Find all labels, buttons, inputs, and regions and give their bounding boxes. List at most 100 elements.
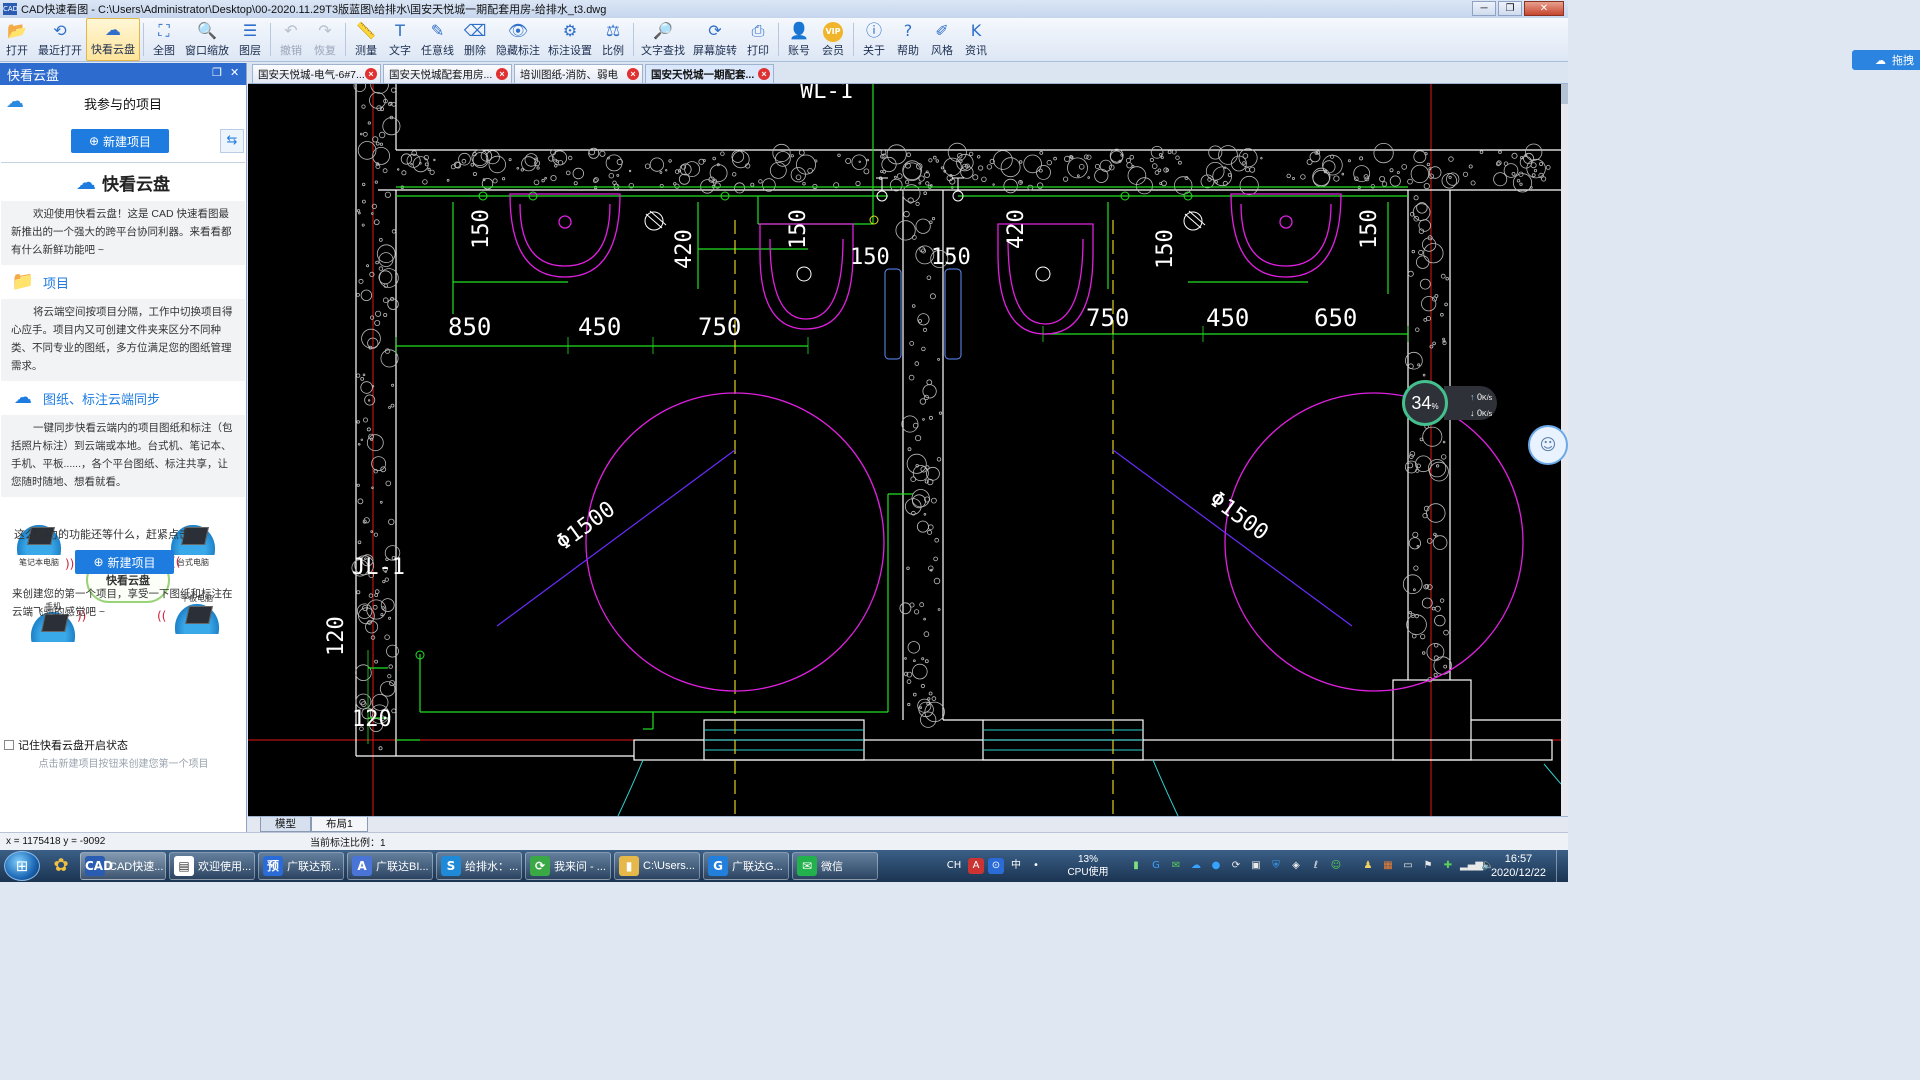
sync-tray-icon[interactable]: ⟳ bbox=[1228, 858, 1244, 874]
document-tab[interactable]: 国安天悦城一期配套... × bbox=[645, 64, 774, 83]
space-tab[interactable]: 模型 bbox=[260, 817, 311, 832]
assistant-bot-icon[interactable]: ☺ bbox=[1528, 425, 1568, 465]
remember-state-checkbox[interactable]: 记住快看云盘开启状态 bbox=[4, 737, 128, 753]
news-button[interactable]: K 资讯 bbox=[959, 18, 993, 61]
close-tab-icon[interactable]: × bbox=[758, 68, 770, 80]
new-project-button-2[interactable]: ⊕ 新建项目 bbox=[75, 550, 174, 574]
full-button[interactable]: ⛶ 全图 bbox=[147, 18, 181, 61]
measure-button[interactable]: 📏 测量 bbox=[349, 18, 383, 61]
quick-launch-icon[interactable]: ✿ bbox=[46, 853, 76, 879]
aggregate-dot bbox=[429, 169, 435, 175]
text-button[interactable]: T 文字 bbox=[383, 18, 417, 61]
taskbar-item-label: 欢迎使用... bbox=[198, 861, 252, 873]
user-tray-icon[interactable]: ♟ bbox=[1360, 858, 1376, 874]
checkbox-box[interactable] bbox=[4, 740, 14, 750]
aggregate-dot bbox=[918, 181, 922, 185]
qq-tray-icon[interactable]: ● bbox=[1208, 858, 1224, 874]
tray-app-icon[interactable]: ▣ bbox=[1248, 858, 1264, 874]
layers-button[interactable]: ☰ 图层 bbox=[233, 18, 267, 61]
recent-button[interactable]: ⟲ 最近打开 bbox=[34, 18, 86, 61]
document-tab[interactable]: 国安天悦城配套用房... × bbox=[383, 64, 512, 83]
security-tray-icon[interactable]: ⛨ bbox=[1268, 858, 1284, 874]
aggregate-dot bbox=[1227, 173, 1232, 177]
start-button[interactable]: ⊞ bbox=[4, 851, 40, 881]
print-button[interactable]: ⎙ 打印 bbox=[741, 18, 775, 61]
flag-icon[interactable]: ⚑ bbox=[1420, 858, 1436, 874]
concrete-hatch bbox=[351, 84, 1551, 751]
taskbar-item[interactable]: 预广联达预... bbox=[258, 852, 344, 880]
undo-button[interactable]: ↶ 撤销 bbox=[274, 18, 308, 61]
ime-punct-icon[interactable]: • bbox=[1028, 858, 1044, 874]
vip-button[interactable]: VIP 会员 bbox=[816, 18, 850, 61]
cloud-button[interactable]: ☁ 快看云盘 bbox=[86, 18, 140, 61]
help-button[interactable]: ? 帮助 bbox=[891, 18, 925, 61]
shield-tray-icon[interactable]: ◈ bbox=[1288, 858, 1304, 874]
anno-settings-button[interactable]: ⚙ 标注设置 bbox=[544, 18, 596, 61]
new-project-button[interactable]: ⊕ 新建项目 bbox=[71, 129, 169, 153]
hide-anno-button[interactable]: 👁 隐藏标注 bbox=[492, 18, 544, 61]
minimize-button[interactable]: ─ bbox=[1472, 1, 1496, 16]
space-tab[interactable]: 布局1 bbox=[311, 817, 368, 832]
browser-tray-icon[interactable]: G bbox=[1148, 858, 1164, 874]
aggregate-dot bbox=[1419, 278, 1431, 290]
language-indicator[interactable]: CH bbox=[944, 858, 964, 874]
aggregate-dot bbox=[993, 150, 1013, 170]
delete-button[interactable]: ⌫ 删除 bbox=[458, 18, 492, 61]
aggregate-dot bbox=[918, 319, 922, 323]
float-panel-button[interactable]: ❐ bbox=[212, 67, 222, 79]
taskbar-item[interactable]: ⟳ 我来问 - ... bbox=[525, 852, 611, 880]
maximize-button[interactable]: ❐ bbox=[1498, 1, 1522, 16]
battery-icon[interactable]: ▮ bbox=[1128, 858, 1144, 874]
freeline-button[interactable]: ✎ 任意线 bbox=[417, 18, 458, 61]
taskbar-item[interactable]: CAD CAD快速... bbox=[80, 852, 166, 880]
scroll-thumb[interactable] bbox=[1561, 84, 1568, 104]
taskbar-item[interactable]: S 给排水：... bbox=[436, 852, 522, 880]
cpu-monitor-widget[interactable]: ↑ 0K/s ↓ 0K/s 34% bbox=[1402, 380, 1497, 426]
taskbar-item[interactable]: G 广联达G... bbox=[703, 852, 789, 880]
about-button[interactable]: ⓘ 关于 bbox=[857, 18, 891, 61]
close-tab-icon[interactable]: × bbox=[627, 68, 639, 80]
taskbar-item[interactable]: A 广联达BI... bbox=[347, 852, 433, 880]
cloud-tray-icon[interactable]: ☁ bbox=[1188, 858, 1204, 874]
tray-app-icon[interactable]: ☺ bbox=[1328, 858, 1344, 874]
close-panel-button[interactable]: ✕ bbox=[230, 67, 239, 79]
plus-tray-icon[interactable]: ✚ bbox=[1440, 858, 1456, 874]
close-tab-icon[interactable]: × bbox=[365, 68, 377, 80]
account-button[interactable]: 👤 账号 bbox=[782, 18, 816, 61]
cad-drawing[interactable]: WL-1 JL-1 Φ1500 Φ1500 850 450 750 750 45… bbox=[248, 84, 1561, 816]
taskbar-item[interactable]: ✉ 微信 bbox=[792, 852, 878, 880]
show-desktop-button[interactable] bbox=[1556, 850, 1568, 882]
wechat-tray-icon[interactable]: ✉ bbox=[1168, 858, 1184, 874]
ime-mode-icon[interactable]: ⊙ bbox=[988, 858, 1004, 874]
cloud-login-button[interactable]: ☁ 拖拽 bbox=[1852, 50, 1920, 70]
network-icon[interactable]: ▂▄▆ bbox=[1460, 858, 1483, 874]
taskbar-item[interactable]: ▤ 欢迎使用... bbox=[169, 852, 255, 880]
my-projects-row[interactable]: ☁ 我参与的项目 bbox=[0, 85, 246, 121]
open-button[interactable]: 📂 打开 bbox=[0, 18, 34, 61]
aggregate-dot bbox=[422, 179, 428, 185]
tray-app-icon[interactable]: ▦ bbox=[1380, 858, 1396, 874]
dimension-text: 450 bbox=[578, 313, 621, 341]
clock[interactable]: 16:57 2020/12/22 bbox=[1491, 852, 1546, 880]
temp-tray-icon[interactable]: ℓ bbox=[1308, 858, 1324, 874]
style-button[interactable]: ✐ 风格 bbox=[925, 18, 959, 61]
ime-chinese-icon[interactable]: 中 bbox=[1008, 858, 1024, 874]
rotate-button[interactable]: ⟳ 屏幕旋转 bbox=[689, 18, 741, 61]
folder-tray-icon[interactable]: ▭ bbox=[1400, 858, 1416, 874]
taskbar-item[interactable]: ▮ C:\Users... bbox=[614, 852, 700, 880]
redo-button[interactable]: ↷ 恢复 bbox=[308, 18, 342, 61]
aggregate-dot bbox=[904, 657, 907, 660]
window-zoom-button[interactable]: 🔍 窗口缩放 bbox=[181, 18, 233, 61]
document-tab[interactable]: 国安天悦城-电气-6#7... × bbox=[252, 64, 381, 83]
ime-icon[interactable]: A bbox=[968, 858, 984, 874]
sync-button[interactable]: ⇆ bbox=[220, 129, 244, 153]
aggregate-dot bbox=[920, 466, 927, 473]
text-find-button[interactable]: 🔎 文字查找 bbox=[637, 18, 689, 61]
close-tab-icon[interactable]: × bbox=[496, 68, 508, 80]
aggregate-dot bbox=[628, 169, 632, 173]
aggregate-dot bbox=[391, 708, 397, 714]
scale-button[interactable]: ⚖ 比例 bbox=[596, 18, 630, 61]
close-button[interactable]: ✕ bbox=[1524, 1, 1564, 16]
cad-canvas[interactable]: WL-1 JL-1 Φ1500 Φ1500 850 450 750 750 45… bbox=[248, 84, 1561, 816]
document-tab[interactable]: 培训图纸-消防、弱电 × bbox=[514, 64, 643, 83]
